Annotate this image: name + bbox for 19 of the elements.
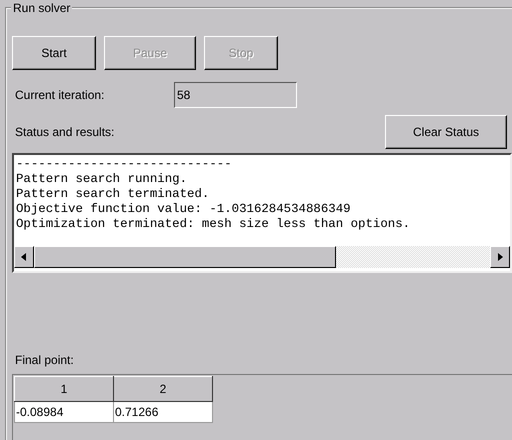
horizontal-scrollbar[interactable] [14, 246, 510, 268]
output-line: Objective function value: -1.0316284534886349 [16, 202, 352, 217]
column-header: 1 [14, 376, 114, 402]
group-title: Run solver [11, 1, 72, 15]
scroll-right-icon[interactable] [490, 246, 510, 268]
status-label: Status and results: [14, 125, 114, 139]
table-cell: 0.71266 [114, 402, 212, 422]
scroll-left-icon[interactable] [14, 246, 34, 268]
iteration-field: 58 [174, 82, 297, 108]
final-point-label: Final point: [14, 353, 75, 367]
clear-status-button[interactable]: Clear Status [385, 115, 507, 149]
output-line: Optimization terminated: mesh size less than options. [16, 217, 412, 232]
output-line: Pattern search terminated. [16, 187, 210, 202]
output-line: ----------------------------- [16, 157, 233, 172]
column-header: 2 [114, 376, 212, 402]
table-cell: -0.08984 [14, 402, 114, 422]
output-line: Pattern search running. [16, 172, 188, 187]
iteration-label: Current iteration: [14, 88, 106, 102]
toolbar-button[interactable]: Start [12, 36, 96, 70]
